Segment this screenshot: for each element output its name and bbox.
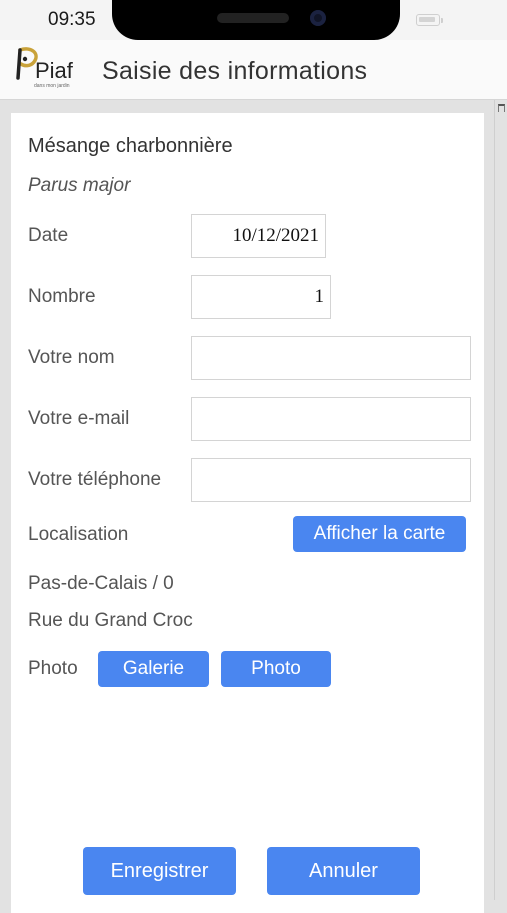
logo-tagline: dans mon jardin	[34, 83, 70, 89]
photo-label: Photo	[28, 658, 78, 679]
scrollbar[interactable]	[494, 100, 507, 900]
photo-button[interactable]: Photo	[221, 651, 331, 687]
save-button[interactable]: Enregistrer	[83, 847, 236, 895]
battery-icon	[416, 14, 440, 26]
email-field[interactable]	[191, 397, 471, 441]
location-region: Pas-de-Calais / 0	[28, 573, 174, 594]
app-bar: Piaf dans mon jardin Saisie des informat…	[0, 40, 507, 100]
email-label: Votre e-mail	[28, 408, 130, 429]
cancel-button[interactable]: Annuler	[267, 847, 420, 895]
species-common-name: Mésange charbonnière	[28, 135, 233, 157]
front-camera	[310, 10, 326, 26]
battery-tip-icon	[441, 18, 443, 23]
species-latin-name: Parus major	[28, 175, 131, 196]
name-field[interactable]	[191, 336, 471, 380]
speaker-grille	[217, 13, 289, 23]
date-field[interactable]: 10/12/2021	[191, 214, 326, 258]
show-map-button[interactable]: Afficher la carte	[293, 516, 466, 552]
status-bar: 09:35	[0, 0, 507, 40]
logo-wordmark: Piaf	[35, 58, 74, 83]
gallery-button[interactable]: Galerie	[98, 651, 209, 687]
device-notch	[112, 0, 400, 40]
form-card: Mésange charbonnière Parus major Date 10…	[11, 113, 484, 913]
count-field[interactable]: 1	[191, 275, 331, 319]
date-label: Date	[28, 225, 69, 246]
count-label: Nombre	[28, 286, 96, 307]
page-title: Saisie des informations	[102, 57, 368, 85]
status-time: 09:35	[48, 9, 96, 30]
phone-label: Votre téléphone	[28, 469, 162, 490]
location-street: Rue du Grand Croc	[28, 610, 193, 631]
phone-field[interactable]	[191, 458, 471, 502]
scroll-up-icon[interactable]	[498, 104, 505, 112]
name-label: Votre nom	[28, 347, 115, 368]
piaf-logo: Piaf dans mon jardin	[16, 47, 74, 89]
location-label: Localisation	[28, 524, 129, 545]
